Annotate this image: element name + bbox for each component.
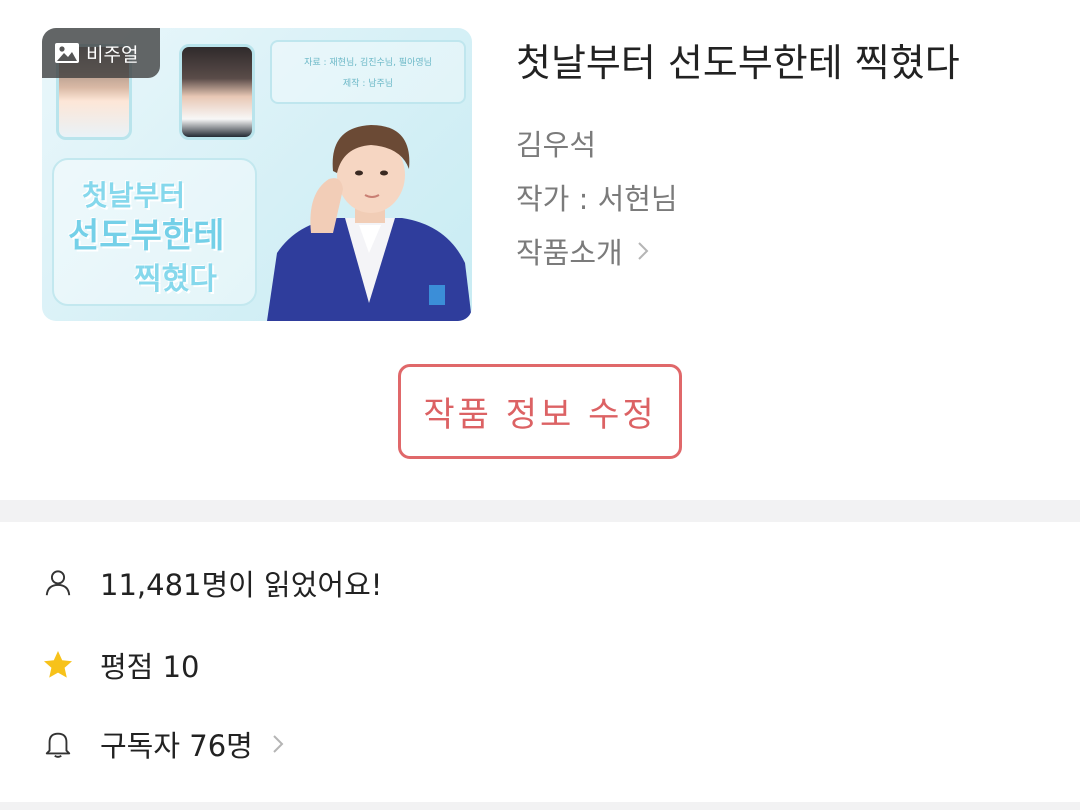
subscribers-count: 구독자 76명 <box>100 729 253 763</box>
work-intro-link[interactable]: 작품소개 <box>516 230 651 272</box>
subscribers-stat[interactable]: 구독자 76명 <box>42 723 285 765</box>
rating-value: 평점 10 <box>100 650 200 684</box>
readers-stat: 11,481명이 읽었어요! <box>42 562 382 604</box>
work-author: 작가 : 서현님 <box>516 182 678 216</box>
rating-stat: 평점 10 <box>42 644 199 686</box>
edit-work-info-button[interactable]: 작품 정보 수정 <box>398 364 682 459</box>
cover-title-art: 첫날부터 선도부한테 찍혔다 <box>52 158 257 306</box>
chevron-right-icon <box>273 735 284 753</box>
work-intro-label: 작품소개 <box>516 236 623 270</box>
work-title: 첫날부터 선도부한테 찍혔다 <box>516 41 960 85</box>
readers-count: 11,481명이 읽었어요! <box>100 568 383 602</box>
visual-badge[interactable]: 비주얼 <box>42 28 160 78</box>
cover-credits: 자료 : 재현님, 김진수님, 필아영님 제작 : 남주님 <box>270 40 466 104</box>
image-icon <box>55 43 79 63</box>
chevron-right-icon <box>638 242 649 260</box>
section-divider <box>0 500 1080 522</box>
cover-thumbnail-2 <box>179 44 255 140</box>
bell-icon <box>42 728 74 760</box>
star-icon <box>42 649 74 681</box>
visual-badge-label: 비주얼 <box>86 43 139 66</box>
cover-image[interactable]: 비주얼 자료 : 재현님, 김진수님, 필아영님 제작 : 남주님 첫날부터 선… <box>42 28 472 321</box>
cover-title-line-2: 선도부한테 <box>68 216 225 256</box>
bottom-divider <box>0 802 1080 810</box>
cover-credit-line-1: 자료 : 재현님, 김진수님, 필아영님 <box>304 58 432 68</box>
user-icon <box>42 567 74 599</box>
cover-title-line-3: 찍혔다 <box>134 262 217 297</box>
work-subject: 김우석 <box>516 128 597 162</box>
cover-credit-line-2: 제작 : 남주님 <box>342 79 394 89</box>
cover-person-illustration <box>267 125 472 321</box>
